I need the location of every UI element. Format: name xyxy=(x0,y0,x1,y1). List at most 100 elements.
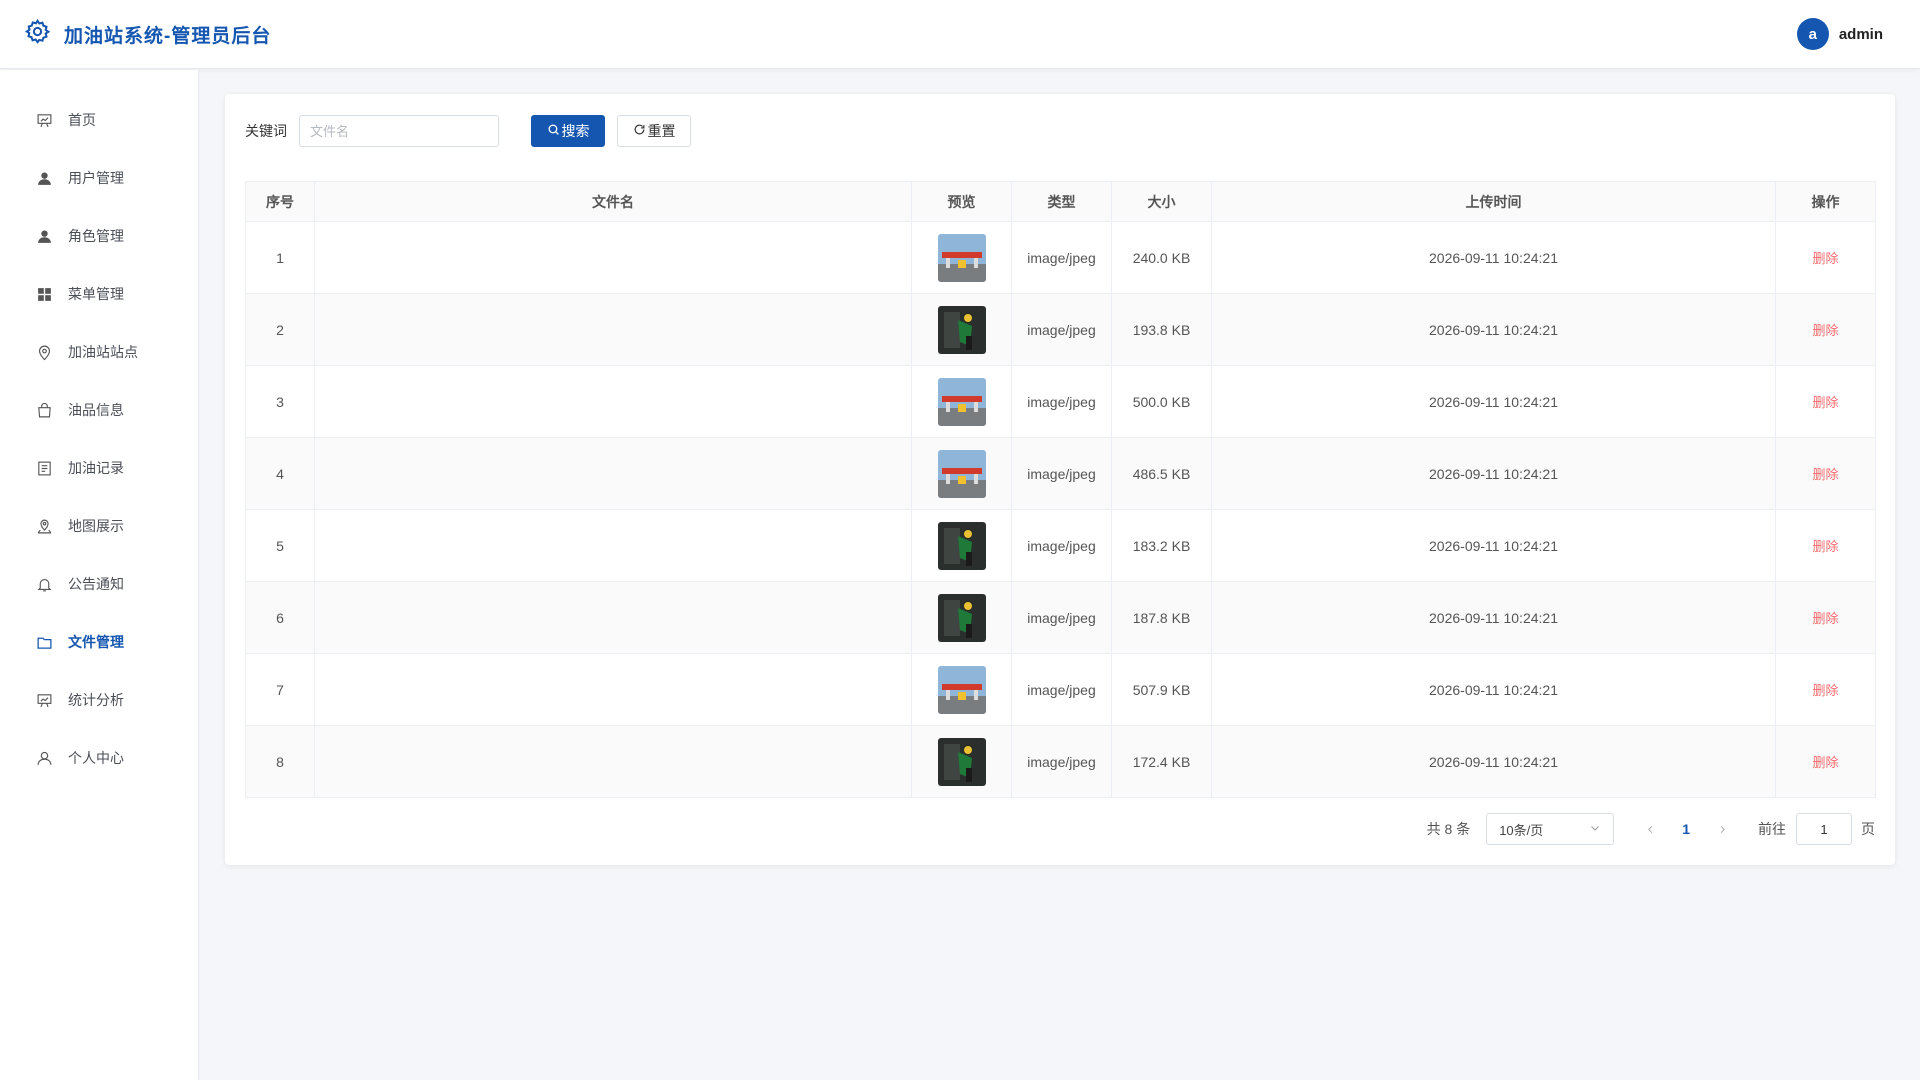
location-pin-icon xyxy=(35,343,53,361)
cell-preview xyxy=(911,581,1012,654)
page-size-select[interactable]: 10条/页 xyxy=(1486,813,1615,845)
sidebar-item-label: 角色管理 xyxy=(68,228,124,244)
sidebar-item-refuel-records[interactable]: 加油记录 xyxy=(0,439,198,497)
sidebar-item-label: 公告通知 xyxy=(68,576,124,592)
chart-board-icon xyxy=(35,111,53,129)
sidebar-item-role-management[interactable]: 角色管理 xyxy=(0,207,198,265)
table-row: 7 image/jpeg 507.9 KB 2026-09-11 10:24:21 删除 xyxy=(245,653,1876,726)
sidebar-item-oil-products[interactable]: 油品信息 xyxy=(0,381,198,439)
sidebar-item-statistics[interactable]: 统计分析 xyxy=(0,671,198,729)
image-preview-thumbnail[interactable] xyxy=(937,233,986,282)
cell-index: 4 xyxy=(245,437,315,510)
next-page-button[interactable] xyxy=(1712,819,1732,839)
cell-preview xyxy=(911,509,1012,582)
map-location-icon xyxy=(35,517,53,535)
cell-preview xyxy=(911,437,1012,510)
grid-icon xyxy=(35,285,53,303)
file-table: 序号 文件名 预览 类型 大小 上传时间 操作 1 image/jpeg 240.0… xyxy=(245,181,1876,798)
user-filled-icon xyxy=(35,169,53,187)
table-row: 5 image/jpeg 183.2 KB 2026-09-11 10:24:21 删除 xyxy=(245,509,1876,582)
table-row: 1 image/jpeg 240.0 KB 2026-09-11 10:24:21 删除 xyxy=(245,221,1876,294)
sidebar-item-user-management[interactable]: 用户管理 xyxy=(0,149,198,207)
cell-index: 7 xyxy=(245,653,315,726)
prev-page-button[interactable] xyxy=(1640,819,1660,839)
cell-preview xyxy=(911,365,1012,438)
image-preview-thumbnail[interactable] xyxy=(937,449,986,498)
cell-upload-time: 2026-09-11 10:24:21 xyxy=(1211,653,1776,726)
table-body: 1 image/jpeg 240.0 KB 2026-09-11 10:24:21 删除… xyxy=(245,221,1876,798)
username[interactable]: admin xyxy=(1839,26,1883,43)
image-preview-thumbnail[interactable] xyxy=(937,377,986,426)
cell-preview xyxy=(911,221,1012,294)
cell-index: 6 xyxy=(245,581,315,654)
delete-link[interactable]: 删除 xyxy=(1812,611,1838,626)
delete-link[interactable]: 删除 xyxy=(1812,683,1838,698)
cell-type: image/jpeg xyxy=(1011,293,1112,366)
search-input[interactable] xyxy=(299,115,499,147)
column-header-upload-time: 上传时间 xyxy=(1211,181,1776,222)
reset-button-label: 重置 xyxy=(647,123,676,139)
cell-actions: 删除 xyxy=(1775,221,1876,294)
sidebar-item-menu-management[interactable]: 菜单管理 xyxy=(0,265,198,323)
cell-upload-time: 2026-09-11 10:24:21 xyxy=(1211,509,1776,582)
sidebar-item-label: 加油记录 xyxy=(68,460,124,476)
delete-link[interactable]: 删除 xyxy=(1812,467,1838,482)
chart-board-icon xyxy=(35,691,53,709)
page-number-current[interactable]: 1 xyxy=(1682,821,1690,837)
sidebar-item-gas-stations[interactable]: 加油站站点 xyxy=(0,323,198,381)
search-button-label: 搜索 xyxy=(561,123,590,139)
sidebar-item-file-management[interactable]: 文件管理 xyxy=(0,613,198,671)
column-header-preview: 预览 xyxy=(911,181,1012,222)
image-preview-thumbnail[interactable] xyxy=(937,305,986,354)
cell-index: 8 xyxy=(245,725,315,798)
keyword-label: 关键词 xyxy=(245,123,287,139)
table-header-row: 序号 文件名 预览 类型 大小 上传时间 操作 xyxy=(245,181,1876,222)
column-header-actions: 操作 xyxy=(1775,181,1876,222)
cell-type: image/jpeg xyxy=(1011,581,1112,654)
cell-index: 1 xyxy=(245,221,315,294)
sidebar: 首页 用户管理 角色管理 菜单管理 加油站站点 油品信息 加油记录 地图展示 公… xyxy=(0,70,199,1080)
image-preview-thumbnail[interactable] xyxy=(937,593,986,642)
brand: 加油站系统-管理员后台 xyxy=(24,18,271,50)
delete-link[interactable]: 删除 xyxy=(1812,251,1838,266)
cell-upload-time: 2026-09-11 10:24:21 xyxy=(1211,581,1776,654)
image-preview-thumbnail[interactable] xyxy=(937,521,986,570)
user-filled-icon xyxy=(35,227,53,245)
table-row: 8 image/jpeg 172.4 KB 2026-09-11 10:24:21 删除 xyxy=(245,725,1876,798)
cell-filename xyxy=(314,653,912,726)
cell-upload-time: 2026-09-11 10:24:21 xyxy=(1211,365,1776,438)
sidebar-item-map-display[interactable]: 地图展示 xyxy=(0,497,198,555)
column-header-type: 类型 xyxy=(1011,181,1112,222)
sidebar-menu: 首页 用户管理 角色管理 菜单管理 加油站站点 油品信息 加油记录 地图展示 公… xyxy=(0,70,198,787)
cell-type: image/jpeg xyxy=(1011,653,1112,726)
delete-link[interactable]: 删除 xyxy=(1812,755,1838,770)
shopping-bag-icon xyxy=(35,401,53,419)
cell-actions: 删除 xyxy=(1775,581,1876,654)
image-preview-thumbnail[interactable] xyxy=(937,665,986,714)
cell-size: 507.9 KB xyxy=(1111,653,1212,726)
cell-size: 183.2 KB xyxy=(1111,509,1212,582)
user-menu[interactable]: a admin xyxy=(1796,18,1883,50)
cell-upload-time: 2026-09-11 10:24:21 xyxy=(1211,221,1776,294)
delete-link[interactable]: 删除 xyxy=(1812,395,1838,410)
goto-page-input[interactable] xyxy=(1796,813,1852,845)
file-table-wrapper: 序号 文件名 预览 类型 大小 上传时间 操作 1 image/jpeg 240.0… xyxy=(245,181,1876,798)
cell-index: 3 xyxy=(245,365,315,438)
cell-filename xyxy=(314,293,912,366)
document-icon xyxy=(35,459,53,477)
delete-link[interactable]: 删除 xyxy=(1812,323,1838,338)
app-title: 加油站系统-管理员后台 xyxy=(64,25,272,47)
sidebar-item-announcements[interactable]: 公告通知 xyxy=(0,555,198,613)
cell-filename xyxy=(314,509,912,582)
sidebar-item-personal-center[interactable]: 个人中心 xyxy=(0,729,198,787)
cell-index: 5 xyxy=(245,509,315,582)
avatar[interactable]: a xyxy=(1796,18,1829,50)
delete-link[interactable]: 删除 xyxy=(1812,539,1838,554)
goto-label: 前往 xyxy=(1758,821,1786,837)
reset-button[interactable]: 重置 xyxy=(617,115,691,147)
cell-actions: 删除 xyxy=(1775,725,1876,798)
image-preview-thumbnail[interactable] xyxy=(937,737,986,786)
search-button[interactable]: 搜索 xyxy=(531,115,605,147)
table-row: 4 image/jpeg 486.5 KB 2026-09-11 10:24:21 删除 xyxy=(245,437,1876,510)
sidebar-item-home[interactable]: 首页 xyxy=(0,91,198,149)
